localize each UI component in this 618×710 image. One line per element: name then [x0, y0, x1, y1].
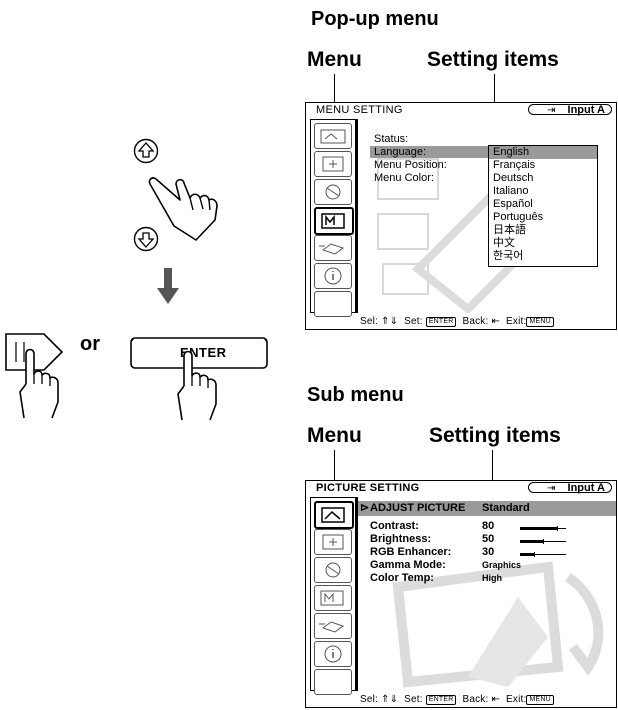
menu-setting-icon[interactable] [314, 585, 352, 611]
menu-icon-column [310, 119, 356, 317]
right-arrow-button[interactable] [4, 332, 78, 425]
input-indicator: ⇥ Input A [528, 482, 612, 494]
screen-title: MENU SETTING [316, 104, 403, 116]
submenu-menu-label: Menu [307, 424, 362, 447]
exit-label: Exit: [506, 316, 527, 327]
setup-menu-icon[interactable] [314, 557, 352, 583]
screen-menu-icon[interactable] [314, 151, 352, 177]
level-bar-fill [520, 527, 557, 530]
submenu-screen: PICTURE SETTING ⇥ Input A ⊳ ADJUST PICTU… [305, 480, 617, 708]
level-bar-fill [520, 553, 534, 556]
setup-menu-icon[interactable] [314, 179, 352, 205]
down-arrow-icon [157, 268, 179, 309]
contrast-level-bar[interactable] [520, 526, 566, 531]
submenu-menu-leader [334, 450, 335, 482]
popup-menu-screen: MENU SETTING ⇥ Input A Status: Language:… [305, 102, 617, 330]
language-dropdown[interactable]: English Français Deutsch Italiano Españo… [488, 145, 598, 267]
enter-key-icon: ENTER [425, 695, 457, 705]
pointing-hand-icon [146, 160, 226, 250]
adjust-picture-header[interactable]: ⊳ ADJUST PICTURE Standard [358, 501, 616, 516]
sel-label: Sel: [360, 694, 379, 705]
language-option[interactable]: Deutsch [489, 172, 597, 185]
enter-key-icon: ENTER [425, 317, 457, 327]
brightness-label[interactable]: Brightness: [370, 533, 431, 545]
language-option[interactable]: 한국어 [489, 250, 597, 263]
adjust-picture-value: Standard [482, 502, 530, 514]
menu-icon-column [310, 497, 356, 695]
language-option[interactable]: Italiano [489, 185, 597, 198]
level-bar-marker [556, 526, 558, 531]
menu-color-item[interactable]: Menu Color: [374, 172, 434, 184]
menu-key-icon: MENU [526, 695, 554, 705]
popup-status-bar: Sel: ⇑⇓ Set: ENTER Back: ⇤ Exit: MENU [306, 314, 616, 329]
input-indicator: ⇥ Input A [528, 104, 612, 116]
selection-pointer-icon: ⊳ [360, 502, 370, 514]
information-menu-icon[interactable] [314, 263, 352, 289]
input-label: Input A [567, 104, 605, 116]
picture-menu-icon[interactable] [314, 501, 354, 529]
submenu-settings-panel: ⊳ ADJUST PICTURE Standard Contrast: 80 B… [356, 497, 616, 691]
rgb-enhancer-value: 30 [482, 546, 495, 558]
picture-menu-icon[interactable] [314, 123, 352, 149]
installation-menu-icon[interactable] [314, 235, 352, 261]
brightness-value: 50 [482, 533, 495, 545]
submenu-heading: Sub menu [307, 384, 404, 406]
screen-menu-icon[interactable] [314, 529, 352, 555]
submenu-setting-label: Setting items [429, 424, 561, 447]
contrast-value: 80 [482, 520, 495, 532]
back-key-icon: ⇤ [491, 694, 501, 705]
gamma-mode-label[interactable]: Gamma Mode: [370, 559, 446, 571]
popup-heading: Pop-up menu [311, 8, 439, 30]
adjust-picture-label: ADJUST PICTURE [370, 502, 466, 514]
contrast-label[interactable]: Contrast: [370, 520, 419, 532]
menu-key-icon: MENU [526, 317, 554, 327]
back-key-icon: ⇤ [491, 316, 501, 327]
language-item[interactable]: Language: [370, 146, 492, 158]
menu-position-item[interactable]: Menu Position: [374, 159, 447, 171]
popup-setting-leader [494, 74, 495, 104]
sel-label: Sel: [360, 316, 379, 327]
set-label: Set: [404, 316, 423, 327]
exit-label: Exit: [506, 694, 527, 705]
brightness-level-bar[interactable] [520, 539, 566, 544]
input-icon: ⇥ [547, 105, 556, 116]
up-down-keys-icon: ⇑⇓ [381, 694, 399, 705]
information-menu-icon[interactable] [314, 641, 352, 667]
or-label: or [80, 333, 100, 355]
color-temp-label[interactable]: Color Temp: [370, 572, 434, 584]
gamma-mode-value: Graphics [482, 560, 522, 570]
level-bar-fill [520, 540, 543, 543]
submenu-status-bar: Sel: ⇑⇓ Set: ENTER Back: ⇤ Exit: MENU [306, 692, 616, 707]
language-option[interactable]: Português [489, 211, 597, 224]
installation-menu-icon[interactable] [314, 613, 352, 639]
pressing-hand-icon [170, 350, 234, 427]
rgb-enhancer-level-bar[interactable] [520, 552, 566, 557]
language-option[interactable]: Français [489, 159, 597, 172]
back-label: Back: [462, 694, 489, 705]
menu-setting-icon[interactable] [314, 207, 354, 235]
rgb-enhancer-label[interactable]: RGB Enhancer: [370, 546, 451, 558]
popup-setting-label: Setting items [427, 48, 559, 71]
popup-menu-label: Menu [307, 48, 362, 71]
set-label: Set: [404, 694, 423, 705]
language-option[interactable]: 中文 [489, 237, 597, 250]
language-option[interactable]: English [489, 146, 597, 159]
popup-menu-leader [334, 74, 335, 104]
input-icon: ⇥ [547, 483, 556, 494]
level-bar-marker [533, 552, 535, 557]
color-temp-value: High [482, 573, 502, 583]
back-label: Back: [462, 316, 489, 327]
status-item[interactable]: Status: [374, 133, 408, 145]
popup-settings-panel: Status: Language: Menu Position: Menu Co… [356, 119, 616, 313]
up-down-keys-icon: ⇑⇓ [381, 316, 399, 327]
input-label: Input A [567, 482, 605, 494]
language-option[interactable]: Español [489, 198, 597, 211]
level-bar-marker [543, 539, 544, 544]
screen-title: PICTURE SETTING [316, 482, 420, 494]
language-option[interactable]: 日本語 [489, 224, 597, 237]
